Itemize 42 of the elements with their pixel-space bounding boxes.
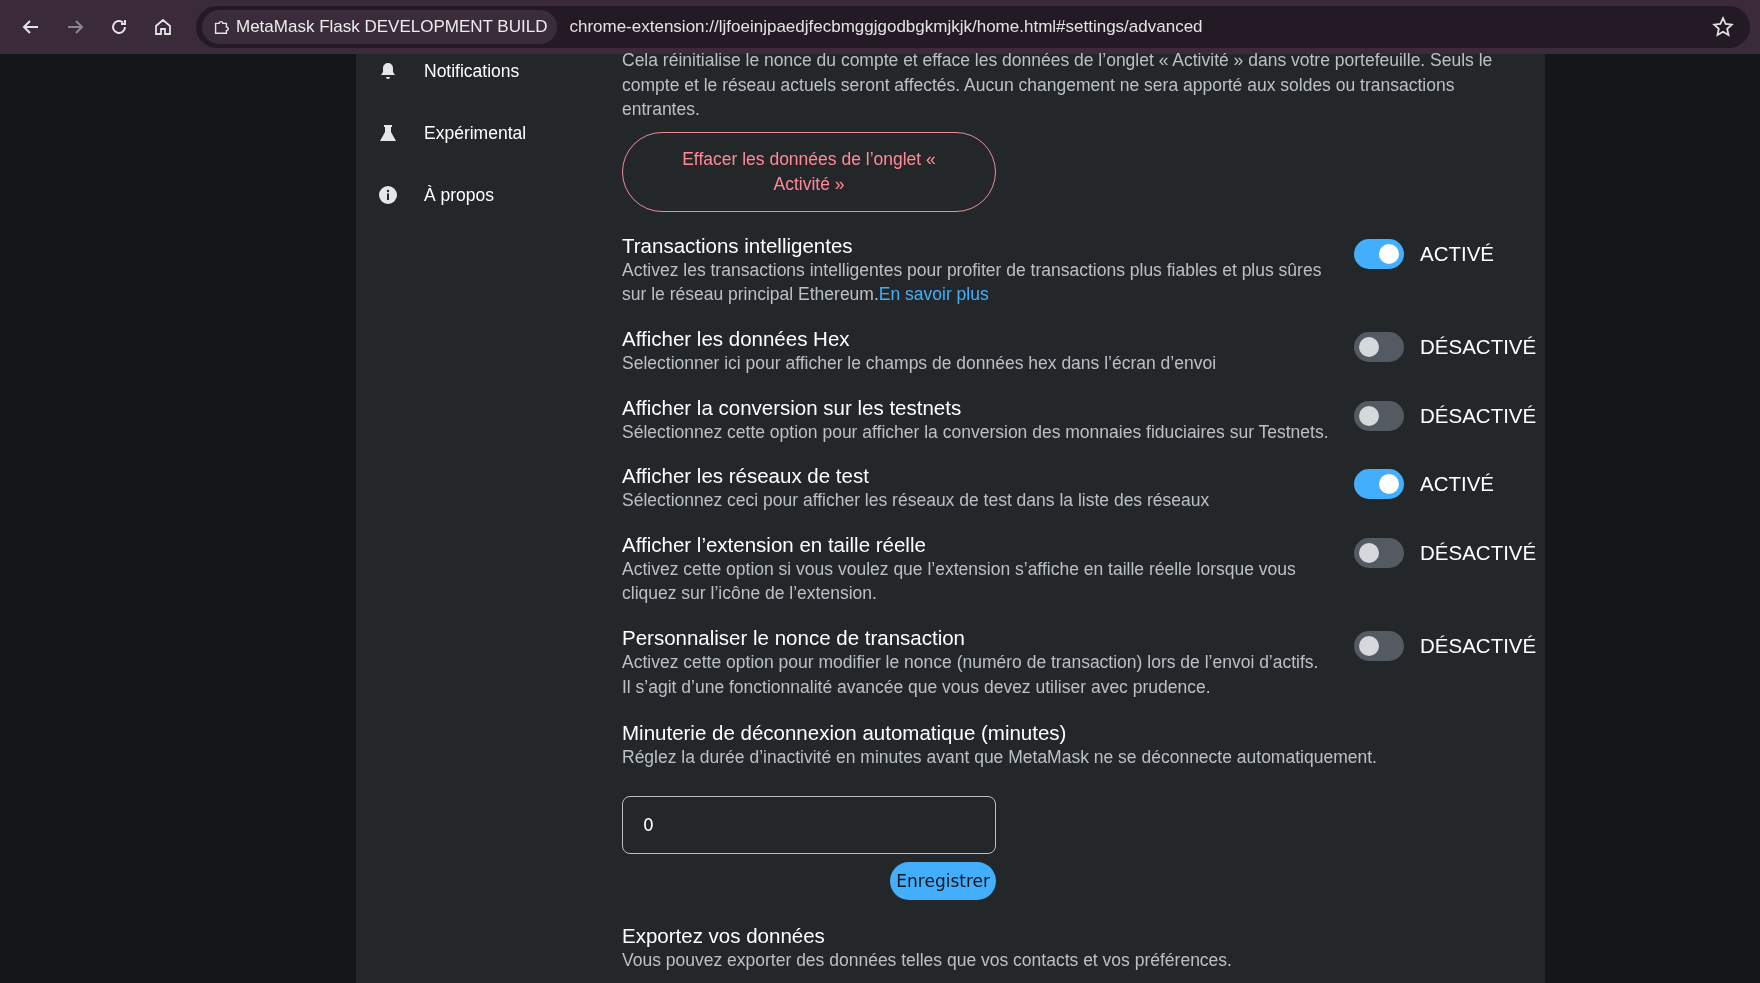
timer-input-field[interactable]: 0 bbox=[622, 795, 996, 854]
toggle-switch[interactable] bbox=[1354, 331, 1404, 362]
setting-title: Personnaliser le nonce de transaction bbox=[622, 625, 966, 650]
toggle-state-label: ACTIVÉ bbox=[1420, 241, 1495, 266]
sidebar-item[interactable]: Expérimental bbox=[378, 102, 622, 164]
reset-description: Cela réinitialise le nonce du compte et efface les données de l’onglet « Activité » dans votre portefeuille. Seuls le compte et le réseau actuels seront affectés. Aucun changement ne sera apporté aux soldes ou transactions entrantes. bbox=[622, 49, 1494, 122]
setting-description: Selectionner ici pour afficher le champs de données hex dans l’écran d’envoi bbox=[622, 351, 1218, 375]
address-bar[interactable]: MetaMask Flask DEVELOPMENT BUILD chrome-extension://ljfoeinjpaedjfecbmggjgodbgkmjkjk/home.html#settings/advanced bbox=[196, 6, 1750, 48]
setting-description: Sélectionnez ceci pour afficher les réseaux de test dans la liste des réseaux bbox=[622, 489, 1211, 513]
setting-title: Minuterie de déconnexion automatique (minutes) bbox=[622, 721, 1068, 746]
setting-title: Exportez vos données bbox=[622, 923, 826, 948]
flask-icon bbox=[378, 123, 398, 143]
toggle-switch[interactable] bbox=[1354, 238, 1404, 269]
puzzle-icon bbox=[212, 18, 230, 36]
toggle-switch[interactable] bbox=[1354, 400, 1404, 431]
setting-title: Afficher les réseaux de test bbox=[622, 464, 870, 489]
setting-description: Activez cette option si vous voulez que l’extension s’affiche en taille réelle lorsque vous cliquez sur l’icône de l’extension. bbox=[622, 557, 1297, 606]
setting-title: Afficher la conversion sur les testnets bbox=[622, 395, 963, 420]
save-button[interactable]: Enregistrer bbox=[890, 861, 996, 900]
sidebar-item[interactable]: À propos bbox=[378, 164, 622, 226]
bell-icon bbox=[378, 61, 398, 81]
toggle-state-label: DÉSACTIVÉ bbox=[1420, 540, 1537, 565]
toggle-state-label: ACTIVÉ bbox=[1420, 472, 1495, 497]
learn-more-link[interactable]: En savoir plus bbox=[878, 284, 989, 305]
toggle-switch[interactable] bbox=[1354, 630, 1404, 661]
setting-description: Réglez la durée d’inactivité en minutes avant que MetaMask ne se déconnecte automatiquement. bbox=[622, 746, 1378, 770]
setting-description: Sélectionnez cette option pour afficher la conversion des monnaies fiduciaires sur Testnets. bbox=[622, 420, 1330, 444]
setting-description: Activez les transactions intelligentes pour profiter de transactions plus fiables et plus sûres sur le réseau principal Ethereum.En savoir plus bbox=[622, 258, 1323, 307]
toggle-state-label: DÉSACTIVÉ bbox=[1420, 633, 1537, 658]
url-text: chrome-extension://ljfoeinjpaedjfecbmggjgodbgkmjkjk/home.html#settings/advanced bbox=[569, 17, 1204, 37]
setting-description: Vous pouvez exporter des données telles que vos contacts et vos préférences. bbox=[622, 948, 1233, 972]
toggle-state-label: DÉSACTIVÉ bbox=[1420, 334, 1537, 359]
toggle-switch[interactable] bbox=[1354, 469, 1404, 500]
setting-title: Afficher l’extension en taille réelle bbox=[622, 532, 927, 557]
toggle-switch[interactable] bbox=[1354, 537, 1404, 568]
info-icon bbox=[378, 185, 398, 205]
toggle-state-label: DÉSACTIVÉ bbox=[1420, 403, 1537, 428]
setting-title: Transactions intelligentes bbox=[622, 233, 854, 258]
setting-title: Afficher les données Hex bbox=[622, 326, 851, 351]
bookmark-star-icon[interactable] bbox=[1712, 16, 1734, 38]
extension-name: MetaMask Flask DEVELOPMENT BUILD bbox=[236, 17, 548, 37]
setting-description: Activez cette option pour modifier le nonce (numéro de transaction) lors de l’envoi d’actifs. Il s’agit d’une fonctionnalité avancée que vous devez utiliser avec prudence. bbox=[622, 650, 1320, 699]
